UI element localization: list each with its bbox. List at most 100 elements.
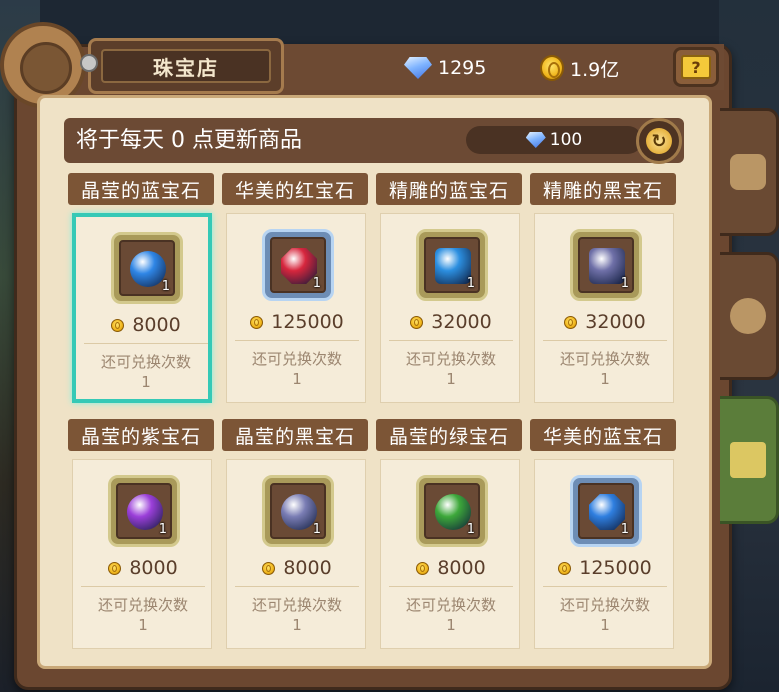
item-slot-inner: 1: [424, 483, 480, 539]
divider: [81, 586, 205, 587]
gem-icon: [127, 494, 163, 530]
item-quantity: 1: [466, 276, 475, 291]
item-quantity: 1: [620, 522, 629, 537]
item-body: 1 8000 还可兑换次数 1: [226, 459, 366, 649]
gem-icon: [435, 494, 471, 530]
gold-coin-icon: [558, 561, 572, 575]
divider: [235, 586, 359, 587]
divider: [235, 340, 359, 341]
refresh-icon: ↻: [646, 128, 672, 154]
shop-item-card[interactable]: 华美的红宝石 1 125000 还可兑换次数 1: [222, 173, 368, 409]
item-price: 8000: [381, 555, 521, 581]
item-quantity: 1: [312, 522, 321, 537]
top-strip: [284, 44, 724, 90]
exchange-limit-value: 1: [600, 370, 610, 388]
item-price-value: 8000: [437, 557, 486, 579]
item-quantity: 1: [158, 522, 167, 537]
item-price: 8000: [76, 312, 216, 338]
gem-icon: [281, 494, 317, 530]
item-grid: 晶莹的蓝宝石 1 8000 还可兑换次数 1 华美的红宝石 1 125000 还…: [68, 173, 680, 649]
tab-badge[interactable]: [720, 108, 779, 236]
exchange-limit-value: 1: [292, 616, 302, 634]
gem-icon: [589, 248, 625, 284]
item-quantity: 1: [161, 279, 170, 294]
help-button[interactable]: ?: [673, 47, 719, 87]
item-name: 晶莹的紫宝石: [68, 419, 214, 451]
item-slot[interactable]: 1: [262, 475, 334, 547]
shop-item-card[interactable]: 晶莹的黑宝石 1 8000 还可兑换次数 1: [222, 419, 368, 655]
item-body: 1 8000 还可兑换次数 1: [380, 459, 520, 649]
item-slot[interactable]: 1: [111, 232, 183, 304]
divider: [84, 343, 208, 344]
divider: [389, 340, 513, 341]
compass-icon: [730, 298, 766, 334]
item-price-value: 8000: [283, 557, 332, 579]
gem-icon: [130, 251, 166, 287]
item-price: 8000: [73, 555, 213, 581]
item-slot-inner: 1: [119, 240, 175, 296]
item-price-value: 32000: [585, 311, 646, 333]
item-body: 1 32000 还可兑换次数 1: [380, 213, 520, 403]
gem-icon: [281, 248, 317, 284]
badge-icon: [730, 154, 766, 190]
gold-coin-icon: [540, 55, 564, 81]
shop-item-card[interactable]: 晶莹的蓝宝石 1 8000 还可兑换次数 1: [68, 173, 214, 409]
item-body: 1 125000 还可兑换次数 1: [226, 213, 366, 403]
diamond-count: 1295: [438, 57, 487, 79]
item-slot[interactable]: 1: [262, 229, 334, 301]
item-price: 125000: [535, 555, 675, 581]
gold-coin-icon: [250, 315, 264, 329]
shop-item-card[interactable]: 精雕的蓝宝石 1 32000 还可兑换次数 1: [376, 173, 522, 409]
tab-compass[interactable]: [720, 252, 779, 380]
item-price: 125000: [227, 309, 367, 335]
item-price-value: 125000: [271, 311, 344, 333]
exchange-limit-label: 还可兑换次数: [405, 350, 496, 368]
gold-coin-icon: [111, 318, 125, 332]
gem-icon: [589, 494, 625, 530]
divider: [543, 340, 667, 341]
exchange-limit-label: 还可兑换次数: [100, 353, 191, 371]
exchange-limit-value: 1: [138, 616, 148, 634]
item-slot-inner: 1: [424, 237, 480, 293]
item-price: 32000: [535, 309, 675, 335]
item-name: 晶莹的黑宝石: [222, 419, 368, 451]
gold-coin-icon: [108, 561, 122, 575]
item-slot[interactable]: 1: [108, 475, 180, 547]
item-slot-inner: 1: [270, 237, 326, 293]
item-slot[interactable]: 1: [570, 229, 642, 301]
exchange-limit-value: 1: [292, 370, 302, 388]
exchange-limit-label: 还可兑换次数: [251, 596, 342, 614]
gold-count: 1.9亿: [570, 58, 620, 81]
shop-item-card[interactable]: 精雕的黑宝石 1 32000 还可兑换次数 1: [530, 173, 676, 409]
exchange-limit-label: 还可兑换次数: [559, 596, 650, 614]
item-body: 1 32000 还可兑换次数 1: [534, 213, 674, 403]
item-slot[interactable]: 1: [416, 229, 488, 301]
page-title: 珠宝店: [101, 49, 271, 83]
item-price-value: 32000: [431, 311, 492, 333]
exchange-limit-value: 1: [600, 616, 610, 634]
refresh-button[interactable]: ↻: [636, 118, 682, 164]
gold-coin-icon: [564, 315, 578, 329]
item-name: 精雕的黑宝石: [530, 173, 676, 205]
item-body: 1 8000 还可兑换次数 1: [72, 459, 212, 649]
gold-coin-icon: [410, 315, 424, 329]
item-quantity: 1: [620, 276, 629, 291]
exchange-limit-label: 还可兑换次数: [97, 596, 188, 614]
item-slot-inner: 1: [578, 237, 634, 293]
shop-item-card[interactable]: 晶莹的绿宝石 1 8000 还可兑换次数 1: [376, 419, 522, 655]
shop-item-card[interactable]: 华美的蓝宝石 1 125000 还可兑换次数 1: [530, 419, 676, 655]
gold-balance: 1.9亿: [540, 53, 619, 83]
item-slot[interactable]: 1: [416, 475, 488, 547]
item-body: 1 125000 还可兑换次数 1: [534, 459, 674, 649]
gem-icon: [435, 248, 471, 284]
item-price: 32000: [381, 309, 521, 335]
divider: [543, 586, 667, 587]
item-slot[interactable]: 1: [570, 475, 642, 547]
exchange-limit-label: 还可兑换次数: [251, 350, 342, 368]
diamond-icon: [404, 57, 432, 79]
refresh-cost-value: 100: [549, 130, 583, 150]
shop-item-card[interactable]: 晶莹的紫宝石 1 8000 还可兑换次数 1: [68, 419, 214, 655]
tab-shop[interactable]: [720, 396, 779, 524]
item-slot-inner: 1: [270, 483, 326, 539]
item-quantity: 1: [312, 276, 321, 291]
